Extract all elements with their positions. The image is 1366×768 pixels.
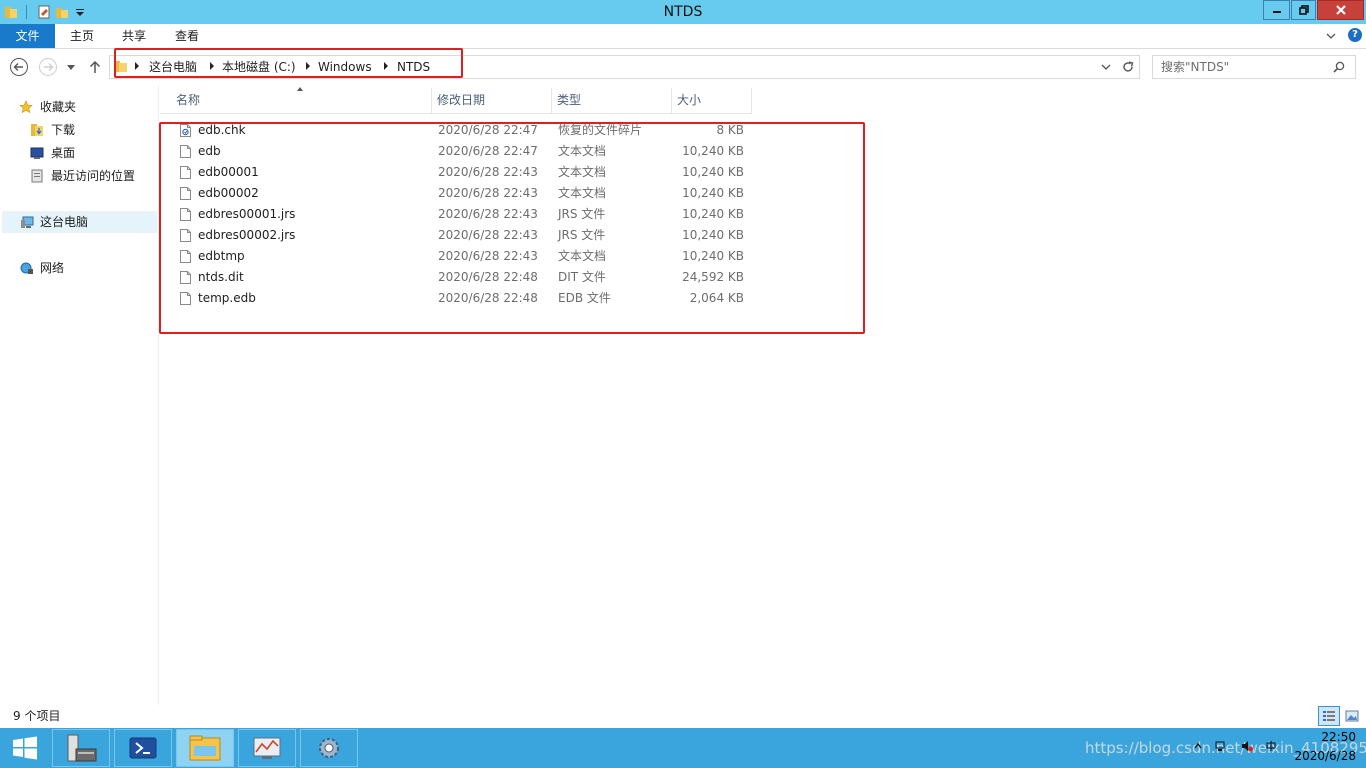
powershell-icon <box>129 737 157 759</box>
new-folder-icon[interactable] <box>55 5 69 19</box>
chevron-down-icon[interactable] <box>1101 62 1111 72</box>
column-header-type[interactable]: 类型 <box>557 88 581 113</box>
gear-icon <box>319 738 339 758</box>
tray-chevron-up-icon[interactable] <box>1192 740 1204 752</box>
network-icon <box>20 262 33 274</box>
taskbar-server-manager[interactable] <box>52 729 110 767</box>
tab-home[interactable]: 主页 <box>62 24 102 48</box>
back-button[interactable] <box>8 56 30 78</box>
taskbar-performance-monitor[interactable] <box>238 729 296 767</box>
folder-icon <box>5 7 17 18</box>
clock-date[interactable]: 2020/6/28 <box>1280 749 1356 763</box>
restore-button[interactable] <box>1291 0 1316 20</box>
computer-icon <box>21 216 34 228</box>
close-button[interactable] <box>1317 0 1364 20</box>
details-view-button[interactable] <box>1318 706 1340 726</box>
taskbar-powershell[interactable] <box>114 729 172 767</box>
start-button[interactable] <box>0 729 50 767</box>
performance-monitor-icon <box>253 737 281 759</box>
column-header-name[interactable]: 名称 <box>176 88 200 113</box>
properties-icon[interactable] <box>37 5 51 19</box>
tab-view[interactable]: 查看 <box>167 24 207 48</box>
server-manager-icon <box>67 734 97 762</box>
large-icons-view-button[interactable] <box>1341 706 1363 726</box>
forward-button[interactable] <box>37 56 59 78</box>
arrow-right-icon <box>39 58 57 76</box>
address-highlight-box <box>114 48 463 78</box>
qat-separator <box>26 5 27 19</box>
nav-network[interactable]: 网络 <box>40 258 64 278</box>
taskbar-file-explorer[interactable] <box>176 729 234 767</box>
nav-item-desktop[interactable]: 桌面 <box>51 143 75 163</box>
nav-item-downloads[interactable]: 下载 <box>51 120 75 140</box>
recent-locations-button[interactable] <box>62 56 80 78</box>
minimize-icon <box>1272 11 1281 13</box>
column-header-size[interactable]: 大小 <box>677 88 701 113</box>
input-method-icon[interactable] <box>1265 740 1277 752</box>
chevron-down-icon[interactable] <box>73 5 87 19</box>
up-button[interactable] <box>84 56 106 78</box>
nav-favorites[interactable]: 收藏夹 <box>40 97 76 117</box>
download-folder-icon <box>31 124 43 136</box>
sort-ascending-icon <box>297 87 303 91</box>
speaker-muted-icon[interactable] <box>1241 740 1253 752</box>
network-tray-icon[interactable] <box>1215 740 1227 752</box>
column-header-date[interactable]: 修改日期 <box>437 88 485 113</box>
column-divider[interactable] <box>671 88 672 113</box>
column-divider[interactable] <box>551 88 552 113</box>
tab-file[interactable]: 文件 <box>0 24 55 48</box>
nav-this-pc[interactable]: 这台电脑 <box>40 212 88 232</box>
quick-access-toolbar <box>0 0 87 24</box>
desktop-icon <box>30 147 44 159</box>
files-highlight-box <box>159 122 865 334</box>
clock-time[interactable]: 22:50 <box>1292 730 1356 744</box>
file-explorer-icon <box>189 735 221 761</box>
tab-share[interactable]: 共享 <box>114 24 154 48</box>
expand-ribbon-icon[interactable] <box>1325 30 1337 42</box>
close-icon <box>1335 5 1346 15</box>
status-item-count: 9 个项目 <box>13 709 61 723</box>
taskbar-settings[interactable] <box>300 729 358 767</box>
search-icon[interactable] <box>1333 61 1345 73</box>
minimize-button[interactable] <box>1263 0 1290 20</box>
search-placeholder: 搜索"NTDS" <box>1161 60 1230 74</box>
large-icons-view-icon <box>1345 710 1359 722</box>
windows-logo-icon <box>13 736 37 760</box>
chevron-down-icon <box>67 65 75 70</box>
restore-icon <box>1298 5 1309 15</box>
nav-item-recent-places[interactable]: 最近访问的位置 <box>51 166 135 186</box>
column-divider[interactable] <box>431 88 432 113</box>
arrow-left-icon <box>10 58 28 76</box>
help-icon[interactable]: ? <box>1348 28 1362 42</box>
refresh-icon[interactable] <box>1121 60 1135 74</box>
star-icon <box>19 100 33 114</box>
column-divider[interactable] <box>751 88 752 113</box>
details-view-icon <box>1323 711 1335 721</box>
recent-places-icon <box>31 169 43 183</box>
arrow-up-icon <box>89 60 101 73</box>
window-title: NTDS <box>663 4 703 20</box>
